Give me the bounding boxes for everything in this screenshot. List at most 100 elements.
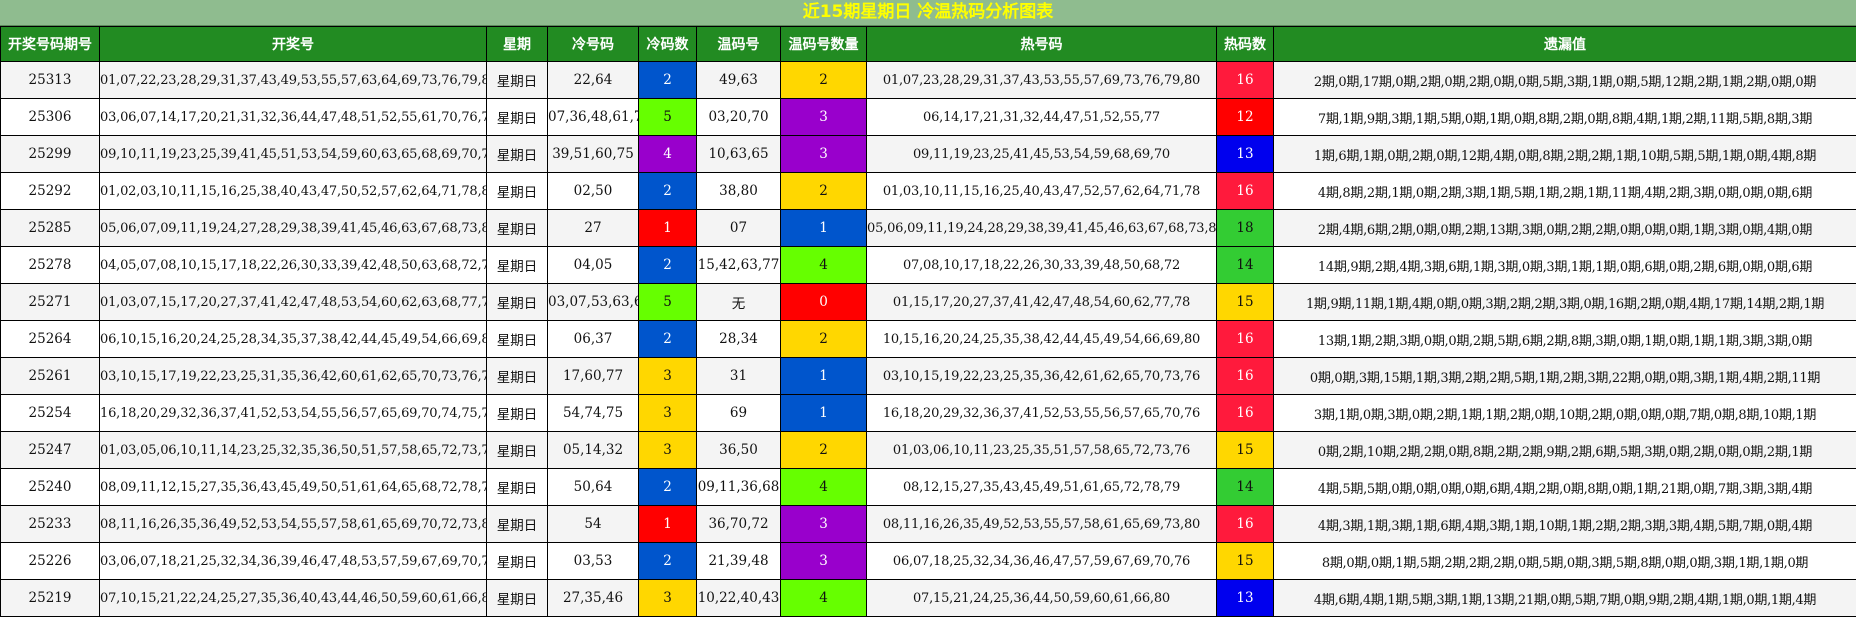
cell-numbers: 03,06,07,14,17,20,21,31,32,36,44,47,48,5… [99,98,487,136]
cell-hot-count: 16 [1216,505,1274,543]
cell-cold: 39,51,60,75 [547,135,639,173]
cell-hot-count: 16 [1216,172,1274,210]
cell-cold: 03,07,53,63,68 [547,283,639,321]
cell-issue: 25313 [0,61,100,99]
cell-issue: 25285 [0,209,100,247]
cell-weekday: 星期日 [486,61,548,99]
header-issue: 开奖号码期号 [0,26,100,62]
cell-hot-count: 16 [1216,61,1274,99]
cell-issue: 25219 [0,579,100,617]
cell-hot-count: 18 [1216,209,1274,247]
cell-hot: 10,15,16,20,24,25,35,38,42,44,45,49,54,6… [866,320,1217,358]
cell-cold: 54 [547,505,639,543]
cell-hot-count: 15 [1216,283,1274,321]
cell-warm-count: 3 [780,135,867,173]
cell-numbers: 01,03,05,06,10,11,14,23,25,32,35,36,50,5… [99,431,487,469]
cell-hot-count: 14 [1216,468,1274,506]
cell-cold-count: 5 [638,283,697,321]
cell-warm: 69 [696,394,781,432]
header-hot-count: 热码数 [1216,26,1274,62]
table-row: 25247 01,03,05,06,10,11,14,23,25,32,35,36… [0,431,1856,469]
cell-issue: 25306 [0,98,100,136]
cell-numbers: 04,05,07,08,10,15,17,18,22,26,30,33,39,4… [99,246,487,284]
cell-omission: 8期,0期,0期,1期,5期,2期,2期,2期,0期,5期,0期,3期,5期,8… [1273,542,1856,580]
cell-cold-count: 1 [638,209,697,247]
header-warm: 温码号 [696,26,781,62]
cell-numbers: 01,03,07,15,17,20,27,37,41,42,47,48,53,5… [99,283,487,321]
cell-numbers: 16,18,20,29,32,36,37,41,52,53,54,55,56,5… [99,394,487,432]
cell-hot-count: 12 [1216,98,1274,136]
cell-warm: 07 [696,209,781,247]
cell-hot-count: 16 [1216,320,1274,358]
cell-hot: 03,10,15,19,22,23,25,35,36,42,61,62,65,7… [866,357,1217,395]
cell-weekday: 星期日 [486,209,548,247]
cell-hot: 07,08,10,17,18,22,26,30,33,39,48,50,68,7… [866,246,1217,284]
cell-issue: 25278 [0,246,100,284]
table-row: 25313 01,07,22,23,28,29,31,37,43,49,53,55… [0,61,1856,99]
cell-omission: 2期,0期,17期,0期,2期,0期,2期,0期,0期,5期,3期,1期,0期,… [1273,61,1856,99]
table-row: 25285 05,06,07,09,11,19,24,27,28,29,38,39… [0,209,1856,247]
table-row: 25219 07,10,15,21,22,24,25,27,35,36,40,43… [0,579,1856,617]
cell-weekday: 星期日 [486,394,548,432]
cell-issue: 25247 [0,431,100,469]
cell-warm: 49,63 [696,61,781,99]
cell-omission: 4期,6期,4期,1期,5期,3期,1期,13期,21期,0期,5期,7期,0期… [1273,579,1856,617]
cell-cold-count: 2 [638,61,697,99]
cell-weekday: 星期日 [486,246,548,284]
cell-cold: 17,60,77 [547,357,639,395]
cell-cold: 22,64 [547,61,639,99]
cell-warm: 36,70,72 [696,505,781,543]
header-hot: 热号码 [866,26,1217,62]
header-cold: 冷号码 [547,26,639,62]
cell-weekday: 星期日 [486,357,548,395]
cell-weekday: 星期日 [486,431,548,469]
cell-warm-count: 4 [780,579,867,617]
cell-numbers: 03,06,07,18,21,25,32,34,36,39,46,47,48,5… [99,542,487,580]
cell-warm: 15,42,63,77 [696,246,781,284]
table-row: 25240 08,09,11,12,15,27,35,36,43,45,49,50… [0,468,1856,506]
cell-cold: 07,36,48,61,76 [547,98,639,136]
cell-omission: 0期,0期,3期,15期,1期,3期,2期,2期,5期,1期,2期,3期,22期… [1273,357,1856,395]
hot-cold-table: 开奖号码期号 开奖号 星期 冷号码 冷码数 温码号 温码号数量 热号码 热码数 … [0,26,1856,617]
cell-cold-count: 3 [638,431,697,469]
cell-warm-count: 2 [780,172,867,210]
cell-omission: 4期,3期,1期,3期,1期,6期,4期,3期,1期,10期,1期,2期,2期,… [1273,505,1856,543]
cell-cold-count: 2 [638,320,697,358]
cell-warm-count: 1 [780,357,867,395]
table-row: 25292 01,02,03,10,11,15,16,25,38,40,43,47… [0,172,1856,210]
cell-cold-count: 3 [638,357,697,395]
cell-numbers: 07,10,15,21,22,24,25,27,35,36,40,43,44,4… [99,579,487,617]
cell-numbers: 01,07,22,23,28,29,31,37,43,49,53,55,57,6… [99,61,487,99]
cell-hot: 16,18,20,29,32,36,37,41,52,53,55,56,57,6… [866,394,1217,432]
cell-hot: 08,11,16,26,35,49,52,53,55,57,58,61,65,6… [866,505,1217,543]
cell-omission: 0期,2期,10期,2期,2期,0期,8期,2期,2期,9期,2期,6期,5期,… [1273,431,1856,469]
cell-issue: 25292 [0,172,100,210]
cell-hot: 08,12,15,27,35,43,45,49,51,61,65,72,78,7… [866,468,1217,506]
table-body: 25313 01,07,22,23,28,29,31,37,43,49,53,55… [0,61,1856,617]
cell-issue: 25271 [0,283,100,321]
cell-cold: 06,37 [547,320,639,358]
cell-numbers: 01,02,03,10,11,15,16,25,38,40,43,47,50,5… [99,172,487,210]
cell-hot-count: 15 [1216,431,1274,469]
cell-issue: 25240 [0,468,100,506]
cell-hot: 01,03,06,10,11,23,25,35,51,57,58,65,72,7… [866,431,1217,469]
cell-warm: 31 [696,357,781,395]
cell-hot: 01,07,23,28,29,31,37,43,53,55,57,69,73,7… [866,61,1217,99]
cell-cold: 54,74,75 [547,394,639,432]
cell-warm-count: 0 [780,283,867,321]
table-row: 25271 01,03,07,15,17,20,27,37,41,42,47,48… [0,283,1856,321]
table-row: 25261 03,10,15,17,19,22,23,25,31,35,36,42… [0,357,1856,395]
cell-hot: 09,11,19,23,25,41,45,53,54,59,68,69,70 [866,135,1217,173]
cell-warm: 10,63,65 [696,135,781,173]
cell-warm-count: 4 [780,468,867,506]
table-row: 25264 06,10,15,16,20,24,25,28,34,35,37,38… [0,320,1856,358]
cell-cold-count: 3 [638,394,697,432]
cell-omission: 4期,8期,2期,1期,0期,2期,3期,1期,5期,1期,2期,1期,11期,… [1273,172,1856,210]
cell-cold-count: 4 [638,135,697,173]
cell-weekday: 星期日 [486,283,548,321]
cell-cold: 27,35,46 [547,579,639,617]
cell-cold-count: 2 [638,542,697,580]
header-weekday: 星期 [486,26,548,62]
cell-warm-count: 3 [780,98,867,136]
cell-cold: 04,05 [547,246,639,284]
